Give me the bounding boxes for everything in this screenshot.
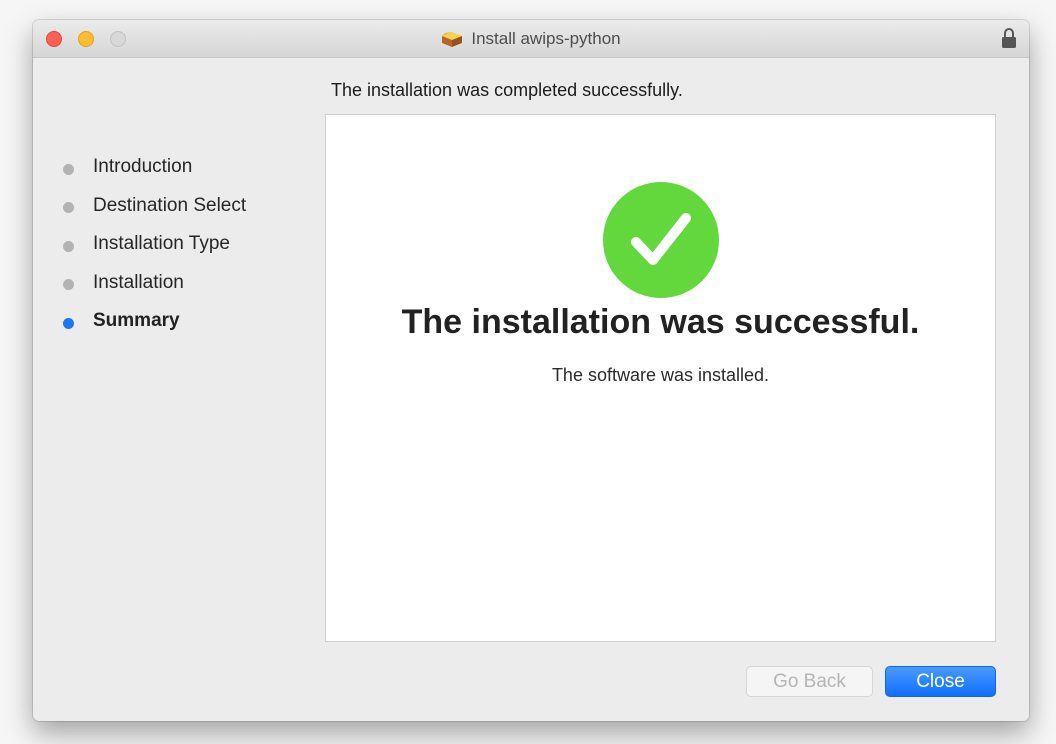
content-pane: The installation was successful. The sof… [325, 114, 996, 642]
step-summary: Summary [63, 302, 246, 341]
step-label: Destination Select [93, 194, 247, 216]
title-bar[interactable]: Install awips-python [33, 20, 1029, 58]
package-icon [442, 31, 463, 47]
step-label: Installation Type [93, 233, 230, 255]
step-bullet-icon [63, 202, 74, 214]
pane-header: The installation was completed successfu… [331, 80, 683, 100]
close-button[interactable]: Close [885, 666, 996, 697]
step-bullet-icon [63, 240, 74, 252]
step-destination-select: Destination Select [63, 187, 246, 226]
success-check-icon [603, 182, 719, 298]
steps-sidebar: Introduction Destination Select Installa… [63, 148, 246, 341]
step-introduction: Introduction [63, 148, 246, 187]
step-label: Installation [93, 271, 184, 293]
step-installation-type: Installation Type [63, 225, 246, 264]
window-title-area: Install awips-python [33, 20, 1029, 57]
installer-window: Install awips-python Introduction Destin… [33, 20, 1029, 721]
window-title: Install awips-python [471, 28, 621, 48]
lock-icon[interactable] [1001, 27, 1017, 49]
step-bullet-icon [63, 279, 74, 291]
step-label: Summary [93, 310, 180, 332]
step-installation: Installation [63, 264, 246, 303]
success-subtitle: The software was installed. [551, 365, 770, 385]
go-back-button[interactable]: Go Back [746, 666, 873, 697]
step-bullet-icon [63, 163, 74, 175]
step-bullet-active-icon [63, 317, 74, 329]
success-title: The installation was successful. [401, 303, 920, 341]
step-label: Introduction [93, 156, 193, 178]
